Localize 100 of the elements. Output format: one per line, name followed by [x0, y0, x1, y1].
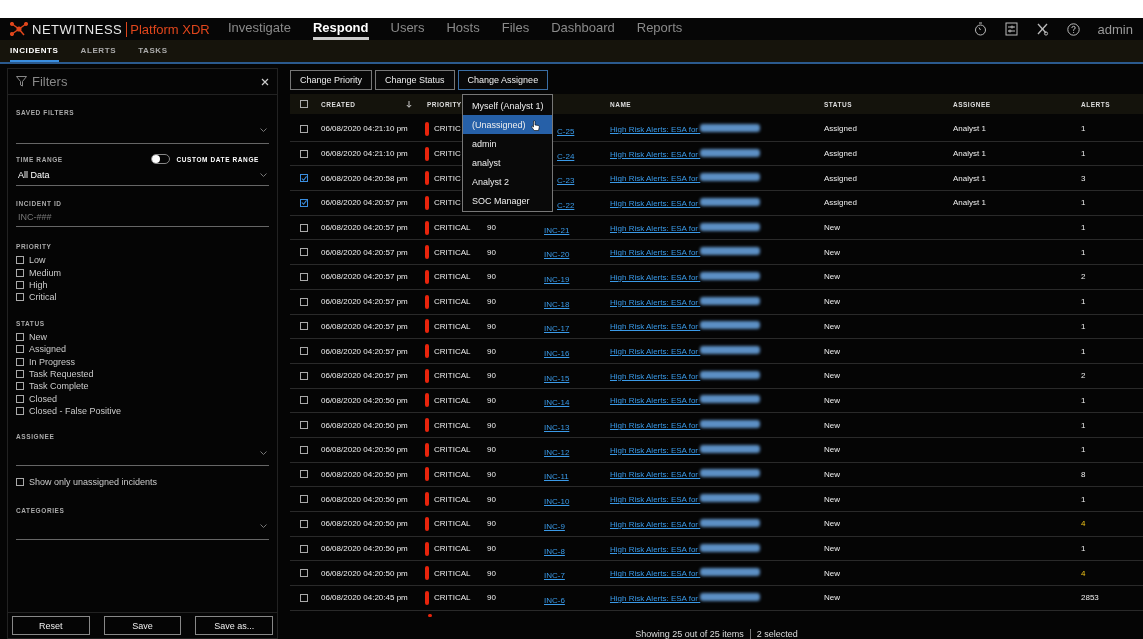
incident-name-link[interactable]: High Risk Alerts: ESA for — [610, 222, 761, 233]
panel-button[interactable]: Save — [103, 616, 182, 635]
incident-id-link[interactable]: C-22 — [557, 200, 575, 210]
action-button[interactable]: Change Status — [375, 70, 455, 90]
incident-id-link[interactable]: C-25 — [557, 126, 575, 136]
incident-id-link[interactable]: INC-10 — [544, 497, 570, 507]
row-checkbox[interactable] — [300, 544, 308, 553]
incident-name-link[interactable]: High Risk Alerts: ESA for — [610, 197, 761, 208]
row-checkbox[interactable] — [300, 149, 308, 158]
incident-name-link[interactable]: High Risk Alerts: ESA for — [610, 370, 761, 381]
checkbox[interactable] — [16, 478, 24, 487]
incident-id-link[interactable]: INC-18 — [544, 299, 570, 309]
incident-id-link[interactable]: INC-11 — [544, 472, 569, 482]
incident-id-link[interactable]: INC-13 — [544, 423, 570, 433]
row-checkbox[interactable] — [300, 371, 308, 380]
incident-id-link[interactable]: INC-20 — [544, 250, 570, 260]
menu-item[interactable]: (Unassigned) — [463, 115, 552, 134]
incident-name-link[interactable]: High Risk Alerts: ESA for — [610, 494, 761, 505]
row-checkbox[interactable] — [300, 519, 308, 528]
sort-arrow-icon[interactable] — [406, 100, 412, 108]
checkbox[interactable] — [16, 345, 24, 354]
nav-tab[interactable]: Users — [390, 18, 425, 40]
checkbox[interactable] — [16, 382, 24, 391]
time-range-select[interactable]: All Data — [16, 164, 269, 186]
incident-name-link[interactable]: High Risk Alerts: ESA for — [610, 592, 761, 603]
panel-button[interactable]: Reset — [12, 616, 90, 635]
incident-id-link[interactable]: C-24 — [557, 151, 575, 161]
incident-id-link[interactable]: INC-14 — [544, 398, 570, 408]
incident-id-link[interactable]: INC-6 — [544, 595, 565, 605]
row-checkbox[interactable] — [300, 248, 308, 257]
panel-button[interactable]: Save as... — [195, 616, 273, 635]
incident-name-link[interactable]: High Risk Alerts: ESA for — [610, 543, 761, 554]
incident-id-link[interactable]: INC-16 — [544, 349, 570, 359]
incident-name-link[interactable]: High Risk Alerts: ESA for — [610, 123, 761, 134]
incident-id-link[interactable]: INC-9 — [544, 521, 565, 531]
row-checkbox[interactable] — [300, 421, 308, 430]
incident-id-link[interactable]: C-23 — [557, 176, 575, 186]
row-checkbox[interactable] — [300, 272, 308, 281]
row-checkbox[interactable] — [300, 322, 308, 331]
row-checkbox[interactable] — [300, 223, 308, 232]
checkbox[interactable] — [16, 357, 24, 366]
menu-item[interactable]: Myself (Analyst 1) — [463, 96, 552, 115]
nav-tab[interactable]: Reports — [636, 18, 683, 40]
menu-item[interactable]: Analyst 2 — [463, 172, 552, 191]
incident-name-link[interactable]: High Risk Alerts: ESA for — [610, 469, 761, 480]
row-checkbox[interactable] — [300, 198, 308, 207]
menu-item[interactable]: admin — [463, 134, 552, 153]
action-button[interactable]: Change Priority — [290, 70, 373, 90]
row-checkbox[interactable] — [300, 297, 308, 306]
row-checkbox[interactable] — [300, 569, 308, 578]
menu-item[interactable]: SOC Manager — [463, 191, 552, 210]
incident-name-link[interactable]: High Risk Alerts: ESA for — [610, 395, 761, 406]
incident-id-link[interactable]: INC-8 — [544, 546, 565, 556]
incident-id-link[interactable]: INC-15 — [544, 373, 570, 383]
checkbox[interactable] — [16, 369, 24, 378]
help-icon[interactable] — [1066, 22, 1080, 36]
incident-id-link[interactable]: INC-12 — [544, 447, 570, 457]
action-button[interactable]: Change Assignee — [457, 70, 549, 90]
sub-tab[interactable]: INCIDENTS — [10, 40, 59, 62]
user-name[interactable]: admin — [1097, 21, 1133, 37]
stopwatch-icon[interactable] — [973, 22, 987, 36]
incident-name-link[interactable]: High Risk Alerts: ESA for — [610, 296, 761, 307]
incident-name-link[interactable]: High Risk Alerts: ESA for — [610, 518, 761, 529]
checkbox[interactable] — [16, 268, 24, 277]
sub-tab[interactable]: TASKS — [138, 40, 168, 62]
sub-tab[interactable]: ALERTS — [80, 40, 117, 62]
select-all-checkbox[interactable] — [300, 100, 308, 108]
checkbox[interactable] — [16, 280, 24, 289]
checkbox[interactable] — [16, 407, 24, 416]
nav-tab[interactable]: Investigate — [228, 18, 291, 40]
checkbox[interactable] — [16, 332, 24, 341]
incident-id-link[interactable]: INC-19 — [544, 274, 570, 284]
checkbox[interactable] — [16, 256, 24, 265]
row-checkbox[interactable] — [300, 124, 308, 133]
incident-name-link[interactable]: High Risk Alerts: ESA for — [610, 346, 761, 357]
row-checkbox[interactable] — [300, 470, 308, 479]
menu-item[interactable]: analyst — [463, 153, 552, 172]
row-checkbox[interactable] — [300, 495, 308, 504]
incident-name-link[interactable]: High Risk Alerts: ESA for — [610, 271, 761, 282]
incident-name-link[interactable]: High Risk Alerts: ESA for — [610, 444, 761, 455]
checkbox[interactable] — [16, 394, 24, 403]
incident-name-link[interactable]: High Risk Alerts: ESA for — [610, 420, 761, 431]
incident-id-link[interactable]: INC-21 — [544, 225, 570, 235]
row-checkbox[interactable] — [300, 396, 308, 405]
close-icon[interactable] — [261, 77, 269, 86]
row-checkbox[interactable] — [300, 347, 308, 356]
tools-icon[interactable] — [1035, 22, 1049, 36]
incident-id-link[interactable]: INC-17 — [544, 324, 570, 334]
row-checkbox[interactable] — [300, 174, 308, 183]
incident-name-link[interactable]: High Risk Alerts: ESA for — [610, 173, 761, 184]
nav-tab[interactable]: Hosts — [446, 18, 480, 40]
row-checkbox[interactable] — [300, 445, 308, 454]
incident-id-field[interactable]: INC-### — [16, 207, 269, 227]
nav-tab[interactable]: Files — [501, 18, 530, 40]
row-checkbox[interactable] — [300, 593, 308, 602]
checkbox[interactable] — [16, 293, 24, 302]
incident-id-link[interactable]: INC-7 — [544, 571, 565, 581]
incident-name-link[interactable]: High Risk Alerts: ESA for — [610, 321, 761, 332]
incident-name-link[interactable]: High Risk Alerts: ESA for — [610, 568, 761, 579]
incident-name-link[interactable]: High Risk Alerts: ESA for — [610, 247, 761, 258]
